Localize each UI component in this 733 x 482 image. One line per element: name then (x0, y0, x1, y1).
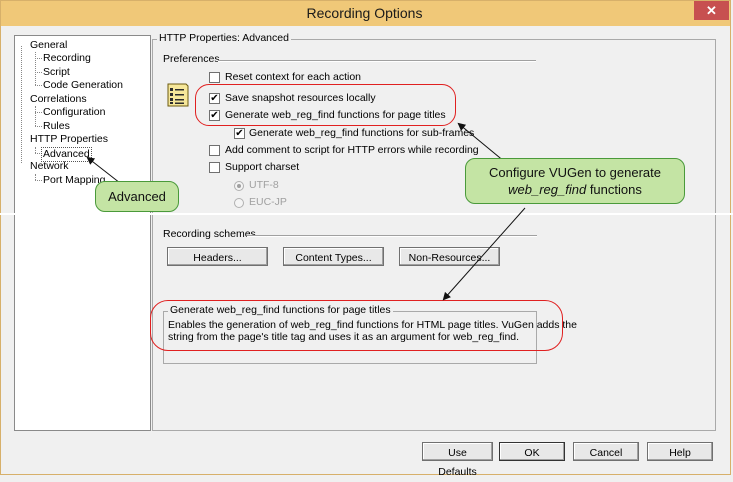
arrow-to-help (442, 207, 526, 301)
arrow-to-advanced (86, 156, 121, 184)
callout-advanced: Advanced (95, 181, 179, 212)
callout-function-name: web_reg_find (508, 182, 587, 197)
callout-functions-word: functions (586, 182, 642, 197)
callout-configure-line1: Configure VUGen to generate (489, 165, 661, 180)
annotation-arrows (86, 122, 526, 301)
arrow-to-options (457, 122, 506, 163)
callout-configure-line2: web_reg_find functions (466, 181, 684, 198)
callout-configure-vugen: Configure VUGen to generate web_reg_find… (465, 158, 685, 204)
